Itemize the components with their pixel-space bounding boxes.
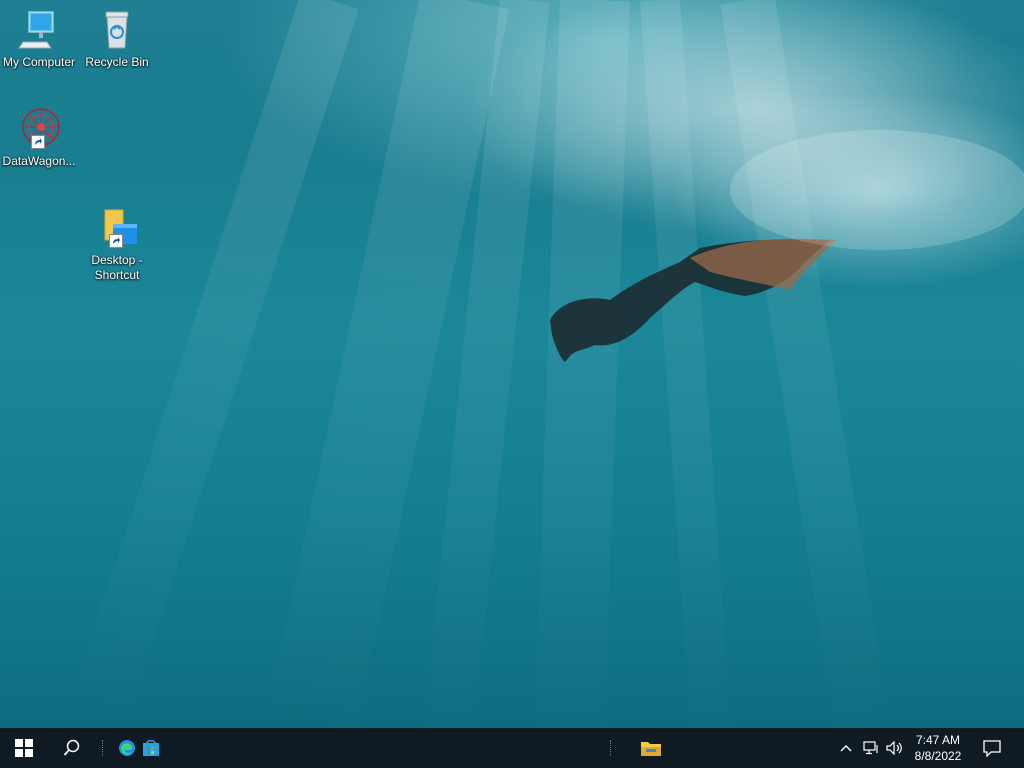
datawagon-icon	[17, 107, 61, 151]
network-icon	[863, 741, 878, 755]
desktop-icon-label: Desktop - Shortcut	[91, 253, 143, 282]
start-button[interactable]	[0, 728, 48, 768]
folder-shortcut-icon	[95, 206, 139, 250]
desktop-icon-datawagon[interactable]: DataWagon...	[1, 107, 77, 169]
shortcut-arrow-icon	[31, 135, 45, 149]
taskbar: 7:47 AM 8/8/2022	[0, 728, 1024, 768]
taskbar-pinned-edge[interactable]	[114, 728, 140, 768]
notification-icon	[983, 740, 1001, 757]
taskbar-app-file-explorer[interactable]	[628, 728, 674, 768]
volume-icon	[886, 741, 902, 755]
desktop-icon-label: My Computer	[2, 55, 76, 69]
swimmer-image	[550, 130, 1024, 362]
windows-logo-icon	[15, 739, 33, 757]
desktop-wallpaper[interactable]: My Computer Recycle Bin DataWagon... Des…	[0, 0, 1024, 728]
desktop-icon-desktop-shortcut[interactable]: Desktop - Shortcut	[79, 206, 155, 283]
clock-time: 7:47 AM	[915, 733, 961, 747]
desktop-icon-label: Recycle Bin	[85, 55, 149, 69]
file-explorer-icon	[641, 742, 661, 756]
volume-button[interactable]	[884, 728, 906, 768]
taskbar-separator	[102, 740, 105, 756]
search-icon	[63, 739, 80, 756]
shortcut-arrow-icon	[109, 234, 123, 248]
computer-icon	[17, 8, 61, 52]
chevron-up-icon	[840, 745, 852, 752]
taskbar-separator	[610, 740, 613, 756]
desktop-icon-my-computer[interactable]: My Computer	[1, 8, 77, 70]
clock[interactable]: 7:47 AM 8/8/2022	[910, 732, 966, 764]
show-hidden-icons-button[interactable]	[836, 728, 856, 768]
clock-date: 8/8/2022	[914, 749, 962, 763]
desktop-icon-recycle-bin[interactable]: Recycle Bin	[79, 8, 155, 70]
desktop-icon-label: DataWagon...	[2, 154, 76, 168]
store-icon	[143, 740, 159, 756]
network-button[interactable]	[860, 728, 882, 768]
action-center-button[interactable]	[974, 728, 1010, 768]
search-button[interactable]	[48, 728, 96, 768]
taskbar-pinned-store[interactable]	[138, 728, 164, 768]
recycle-bin-icon	[95, 8, 139, 52]
edge-icon	[119, 740, 135, 756]
